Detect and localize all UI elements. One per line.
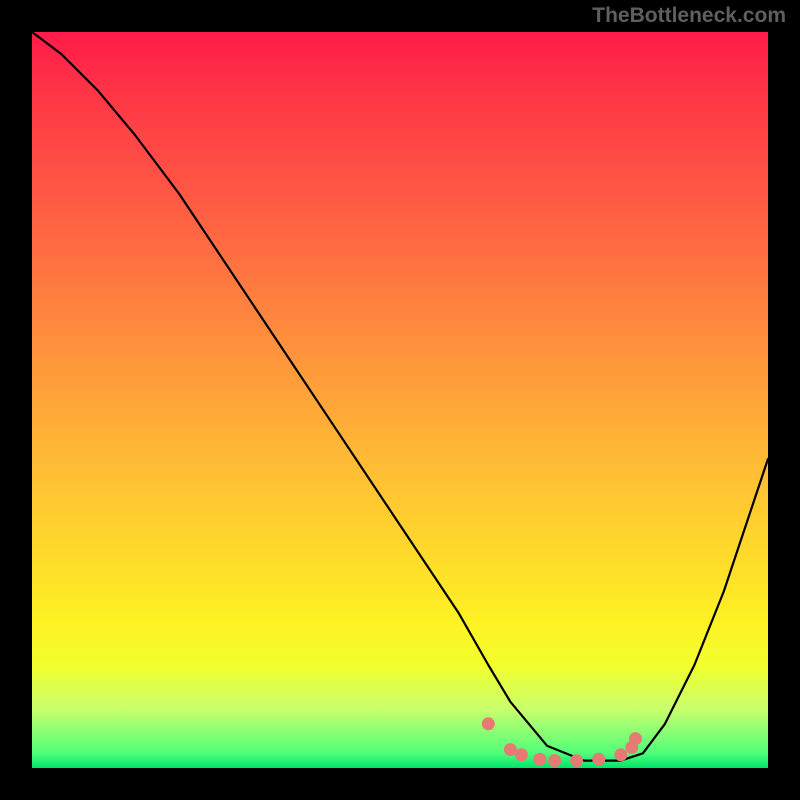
chart-marker [614,748,627,761]
chart-marker [548,754,561,767]
chart-marker [570,754,583,767]
chart-marker [515,748,528,761]
chart-overlay-svg [32,32,768,768]
chart-plot-area [32,32,768,768]
chart-marker [629,732,642,745]
chart-marker [482,717,495,730]
chart-curve [32,32,768,761]
chart-markers [482,717,642,767]
watermark-text: TheBottleneck.com [592,4,786,28]
chart-marker [592,753,605,766]
chart-marker [533,753,546,766]
